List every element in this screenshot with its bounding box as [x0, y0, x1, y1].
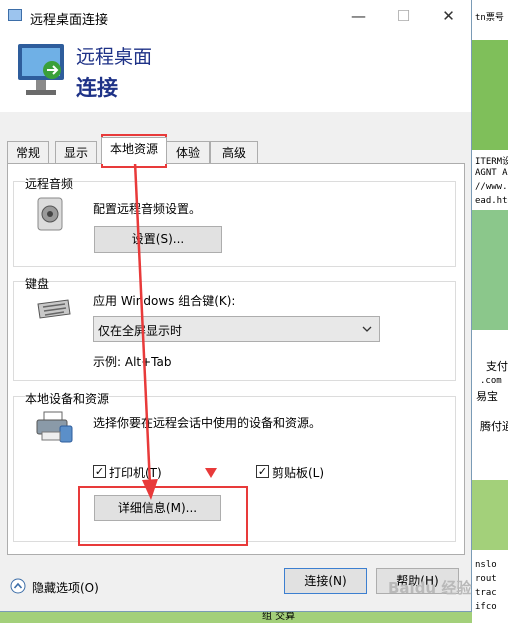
tab-local-resources[interactable]: 本地资源 [101, 137, 167, 164]
header-banner: 远程桌面 连接 [0, 34, 471, 112]
background-text: //www. [475, 182, 508, 192]
background-text: ifco [475, 602, 497, 612]
tab-general[interactable]: 常规 [7, 141, 49, 163]
audio-group [13, 181, 456, 267]
annotation-arrow [133, 161, 158, 500]
annotation-triangle-icon [205, 468, 217, 478]
printer-icon [36, 411, 73, 443]
background-image [472, 480, 508, 550]
tab-display[interactable]: 显示 [55, 141, 97, 163]
minimize-button[interactable]: — [336, 0, 381, 32]
keyboard-icon [37, 299, 71, 319]
keyboard-group-label: 键盘 [25, 275, 50, 292]
audio-group-label: 远程音频 [25, 175, 74, 192]
background-text: 支付 [486, 360, 508, 373]
remote-desktop-monitor-icon [18, 44, 64, 95]
background-panel: ITERM设 AGNT A //www. ead.htm [472, 150, 508, 210]
connect-button[interactable]: 连接(N) [284, 568, 367, 594]
background-text: 腾付通 [480, 420, 508, 433]
background-text: ead.htm [475, 196, 508, 206]
clipboard-label: 剪贴板(L) [272, 466, 325, 480]
background-image [472, 40, 508, 150]
background-text: 组 交算 [262, 611, 296, 622]
chevron-up-circle-icon[interactable] [10, 578, 26, 594]
background-text: 易宝 [476, 390, 498, 403]
window-title: 远程桌面连接 [30, 13, 109, 28]
background-text: nslo [475, 560, 497, 570]
chevron-down-icon [362, 326, 372, 332]
speaker-icon [37, 197, 63, 231]
remote-desktop-icon [8, 9, 22, 21]
hide-options-link[interactable]: 隐藏选项(O) [32, 579, 99, 596]
background-text: tn票号 [475, 13, 504, 23]
background-panel: 支付 .com 易宝 腾付通 [472, 330, 508, 480]
background-panel: tn票号 [472, 0, 508, 40]
background-image [472, 210, 508, 330]
header-title-line1: 远程桌面 [76, 46, 153, 68]
title-bar[interactable]: 远程桌面连接 — ☐ ✕ [0, 0, 471, 34]
clipboard-checkbox[interactable]: ✓ [256, 465, 269, 478]
printer-checkbox[interactable]: ✓ [93, 465, 106, 478]
desktop-background: tn票号 ITERM设 AGNT A //www. ead.htm 支付 .co… [472, 0, 508, 623]
tab-advanced[interactable]: 高级 [210, 141, 258, 163]
watermark: Baidu 经验 [388, 579, 472, 597]
background-text: AGNT A [475, 168, 508, 178]
maximize-button[interactable]: ☐ [381, 0, 426, 32]
close-button[interactable]: ✕ [426, 0, 471, 32]
desktop-background: 组 交算 [0, 611, 472, 623]
background-text: .com [480, 376, 502, 386]
header-title-line2: 连接 [76, 76, 118, 100]
background-text: ITERM设 [475, 157, 508, 167]
devices-group-label: 本地设备和资源 [25, 390, 110, 407]
